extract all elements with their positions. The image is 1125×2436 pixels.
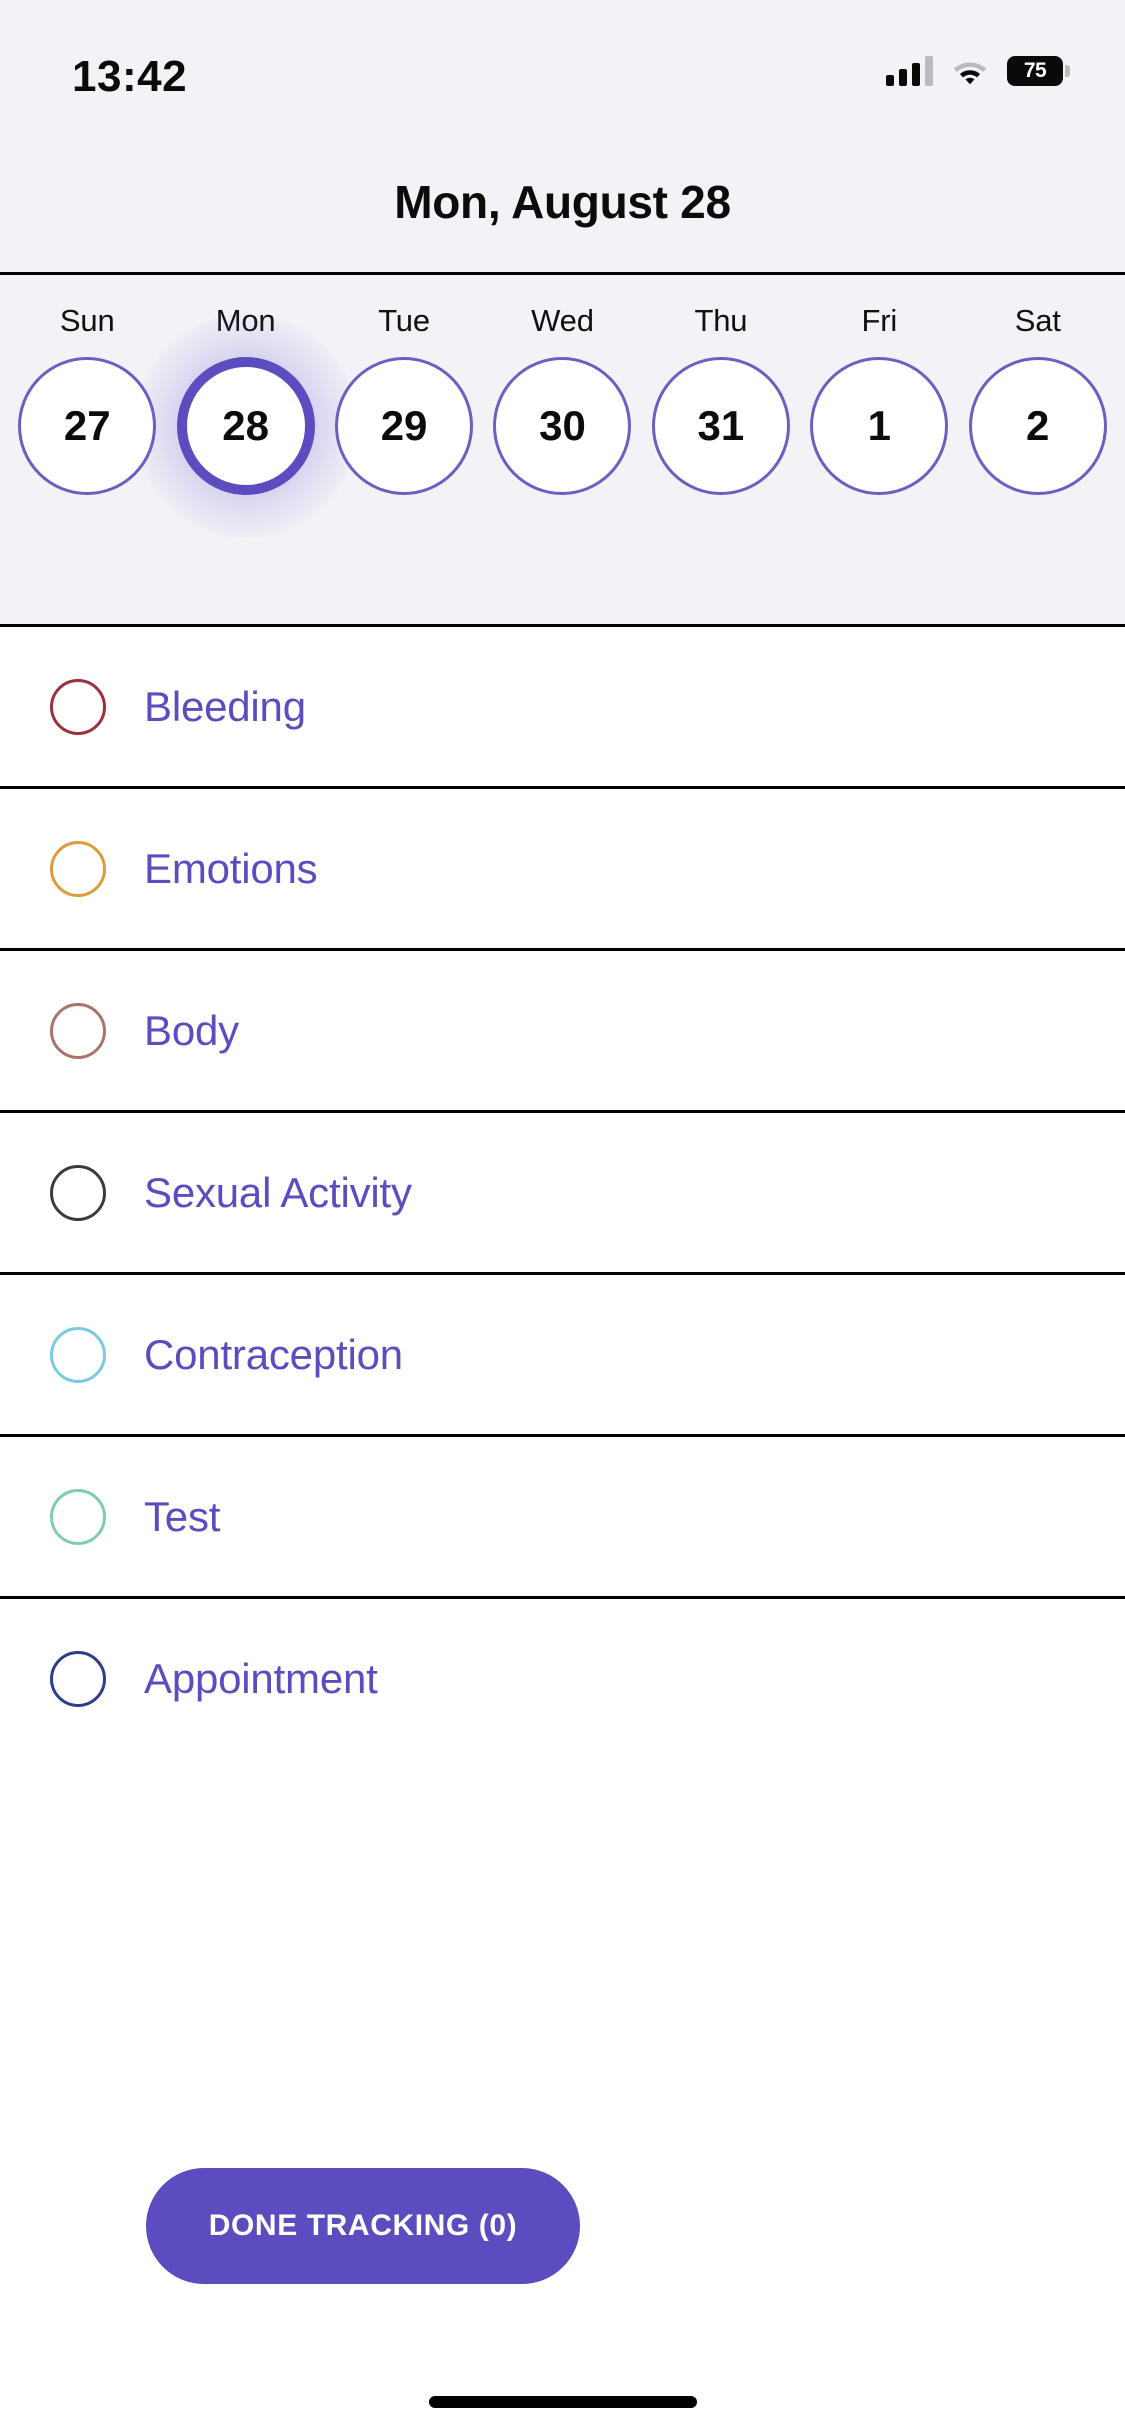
week-day-tue[interactable]: Tue 29: [325, 275, 483, 496]
week-day-wed[interactable]: Wed 30: [483, 275, 641, 496]
tracking-row-label: Sexual Activity: [144, 1168, 412, 1216]
tracking-row[interactable]: Emotions: [0, 786, 1125, 948]
week-day-mon[interactable]: Mon 28: [133, 275, 358, 538]
battery-level-label: 75: [1023, 59, 1047, 82]
tracking-row[interactable]: Appointment: [0, 1596, 1125, 1758]
app-screen: 13:42 75 Mon, August 28 Sun 27 Mon 28 Tue 29 W…: [0, 0, 1125, 2436]
week-day-circle-wrap: 29: [334, 356, 474, 496]
week-day-sun[interactable]: Sun 27: [8, 275, 166, 496]
week-day-number[interactable]: 27: [18, 357, 157, 495]
tracking-row-label: Body: [144, 1006, 239, 1054]
week-day-number[interactable]: 30: [493, 357, 632, 495]
tracking-row-label: Emotions: [144, 844, 318, 892]
tracking-row-label: Contraception: [144, 1330, 403, 1378]
category-circle-icon[interactable]: [50, 1164, 106, 1221]
week-day-circle-wrap: 31: [651, 356, 791, 496]
tracking-row[interactable]: Contraception: [0, 1272, 1125, 1434]
page-title: Mon, August 28: [394, 176, 731, 228]
battery-icon: 75: [1007, 56, 1070, 86]
week-day-circle-wrap: 2: [968, 356, 1108, 496]
week-day-thu[interactable]: Thu 31: [642, 275, 800, 496]
tracking-row-label: Bleeding: [144, 682, 306, 730]
week-day-name: Thu: [694, 303, 748, 338]
signal-bars-icon: [886, 56, 933, 86]
status-bar-time: 13:42: [72, 52, 188, 101]
category-circle-icon[interactable]: [50, 1326, 106, 1383]
week-day-circle-wrap: 28: [133, 314, 358, 538]
category-circle-icon[interactable]: [50, 1488, 106, 1545]
category-circle-icon[interactable]: [50, 840, 106, 897]
week-day-name: Sun: [59, 303, 115, 338]
status-bar: 13:42 75: [0, 0, 1125, 132]
week-day-circle-wrap: 1: [809, 356, 949, 496]
header-bar: Mon, August 28: [0, 132, 1125, 272]
week-day-circle-wrap: 30: [492, 356, 632, 496]
home-indicator[interactable]: [428, 2396, 697, 2408]
week-day-number[interactable]: 28: [176, 357, 315, 495]
tracking-row[interactable]: Bleeding: [0, 624, 1125, 786]
tracking-row-label: Test: [144, 1492, 221, 1540]
week-day-number[interactable]: 2: [968, 357, 1107, 495]
week-day-number[interactable]: 29: [335, 357, 474, 495]
week-day-name: Tue: [378, 303, 430, 338]
category-circle-icon[interactable]: [50, 678, 106, 735]
tracking-row[interactable]: Body: [0, 948, 1125, 1110]
week-strip: Sun 27 Mon 28 Tue 29 Wed 30 Thu 31 Fri 1 Sat 2: [0, 272, 1125, 624]
category-circle-icon[interactable]: [50, 1650, 106, 1707]
week-day-fri[interactable]: Fri 1: [800, 275, 958, 496]
status-bar-indicators: 75: [886, 56, 1070, 86]
week-day-number[interactable]: 31: [651, 357, 790, 495]
done-tracking-button[interactable]: DONE TRACKING (0): [146, 2168, 580, 2284]
week-day-list: Sun 27 Mon 28 Tue 29 Wed 30 Thu 31 Fri 1 Sat 2: [0, 275, 1125, 538]
week-day-number[interactable]: 1: [810, 357, 949, 495]
week-day-circle-wrap: 27: [17, 356, 157, 496]
tracking-row[interactable]: Test: [0, 1434, 1125, 1596]
week-day-name: Fri: [861, 303, 898, 338]
week-day-sat[interactable]: Sat 2: [959, 275, 1117, 496]
tracking-category-list: Bleeding Emotions Body Sexual Activity Contr…: [0, 624, 1125, 1758]
week-day-name: Sat: [1014, 303, 1061, 338]
week-day-name: Wed: [531, 303, 594, 338]
category-circle-icon[interactable]: [50, 1002, 106, 1059]
wifi-icon: [951, 56, 989, 86]
tracking-row-label: Appointment: [144, 1654, 378, 1702]
tracking-row[interactable]: Sexual Activity: [0, 1110, 1125, 1272]
